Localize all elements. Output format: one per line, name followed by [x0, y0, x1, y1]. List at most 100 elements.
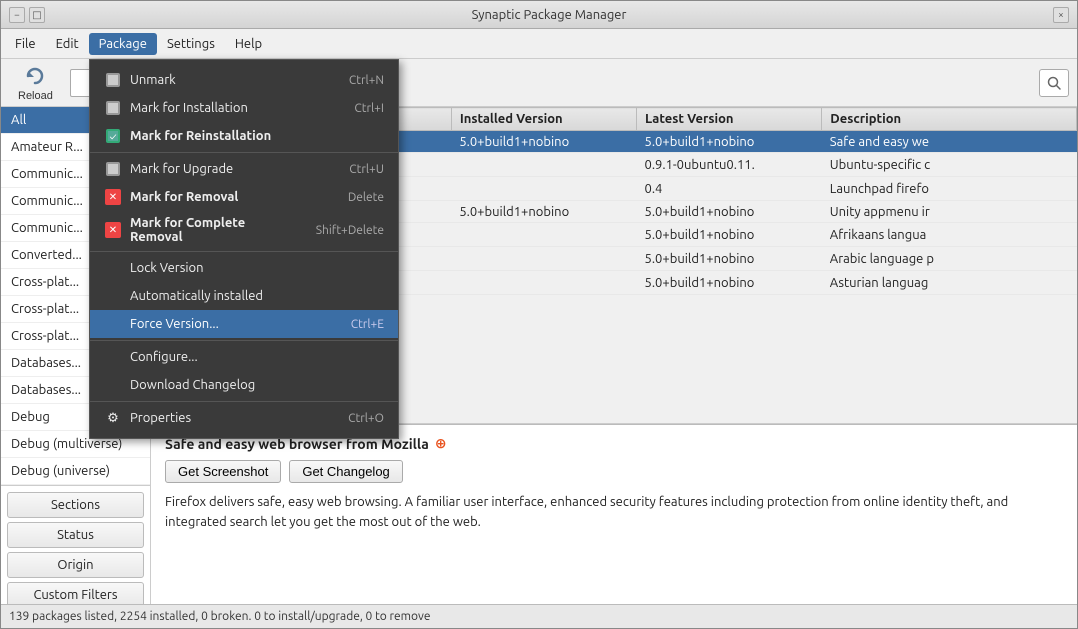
row-latest-version-1: 0.9.1-0ubuntu0.11.: [637, 153, 822, 177]
col-header-installed-version: Installed Version: [451, 108, 636, 131]
menu-configure-label: Configure...: [130, 350, 384, 364]
reload-label: Reload: [18, 90, 53, 102]
window-title: Synaptic Package Manager: [45, 8, 1053, 22]
menu-package[interactable]: Package: [89, 33, 157, 55]
title-bar: − □ Synaptic Package Manager ×: [1, 1, 1077, 29]
mark-upgrade-icon: [104, 160, 122, 178]
menu-configure[interactable]: Configure...: [90, 343, 398, 371]
menu-force-version-label: Force Version...: [130, 317, 331, 331]
menu-force-version[interactable]: Force Version... Ctrl+E: [90, 310, 398, 338]
menu-properties-label: Properties: [130, 411, 328, 425]
description-buttons: Get Screenshot Get Changelog: [165, 460, 1063, 483]
menu-mark-reinstall[interactable]: ✓ Mark for Reinstallation: [90, 122, 398, 150]
custom-filters-button[interactable]: Custom Filters: [7, 582, 144, 604]
statusbar-text: 139 packages listed, 2254 installed, 0 b…: [9, 610, 431, 623]
row-latest-version-6: 5.0+build1+nobino: [637, 271, 822, 295]
row-installed-version-5: [451, 247, 636, 271]
package-dropdown-menu: Unmark Ctrl+N Mark for Installation Ctrl…: [89, 59, 399, 439]
row-installed-version-2: [451, 177, 636, 201]
configure-icon: [104, 348, 122, 366]
menu-mark-complete-removal-shortcut: Shift+Delete: [316, 224, 384, 237]
menu-unmark-shortcut: Ctrl+N: [349, 74, 384, 87]
menu-mark-install[interactable]: Mark for Installation Ctrl+I: [90, 94, 398, 122]
row-latest-version-3: 5.0+build1+nobino: [637, 201, 822, 223]
menu-properties-shortcut: Ctrl+O: [348, 412, 384, 425]
menu-edit[interactable]: Edit: [46, 33, 89, 55]
menu-mark-reinstall-label: Mark for Reinstallation: [130, 129, 364, 143]
menu-mark-complete-removal[interactable]: ✕ Mark for Complete Removal Shift+Delete: [90, 211, 398, 249]
menu-unmark[interactable]: Unmark Ctrl+N: [90, 66, 398, 94]
row-latest-version-2: 0.4: [637, 177, 822, 201]
menu-mark-complete-removal-label: Mark for Complete Removal: [130, 216, 296, 244]
menu-help[interactable]: Help: [225, 33, 272, 55]
menu-mark-removal-shortcut: Delete: [348, 191, 384, 204]
search-area: [1039, 69, 1069, 97]
menu-properties[interactable]: ⚙ Properties Ctrl+O: [90, 404, 398, 432]
main-window: − □ Synaptic Package Manager × File Edit…: [0, 0, 1078, 629]
description-panel: Safe and easy web browser from Mozilla ⊕…: [151, 424, 1077, 604]
row-latest-version-4: 5.0+build1+nobino: [637, 223, 822, 247]
col-header-description: Description: [822, 108, 1077, 131]
menu-settings[interactable]: Settings: [157, 33, 225, 55]
menu-mark-install-shortcut: Ctrl+I: [354, 102, 384, 115]
menu-mark-upgrade-shortcut: Ctrl+U: [349, 163, 384, 176]
auto-installed-icon: [104, 287, 122, 305]
row-description-2: Launchpad firefo: [822, 177, 1077, 201]
maximize-button[interactable]: □: [29, 7, 45, 23]
mark-removal-icon: ✕: [104, 188, 122, 206]
menu-group-2: Mark for Upgrade Ctrl+U ✕ Mark for Remov…: [90, 153, 398, 252]
menu-file[interactable]: File: [5, 33, 46, 55]
row-installed-version-6: [451, 271, 636, 295]
menu-lock-version-label: Lock Version: [130, 261, 384, 275]
menu-group-4: Configure... Download Changelog: [90, 341, 398, 402]
menu-mark-install-label: Mark for Installation: [130, 101, 334, 115]
row-description-3: Unity appmenu ir: [822, 201, 1077, 223]
menu-mark-removal[interactable]: ✕ Mark for Removal Delete: [90, 183, 398, 211]
close-button[interactable]: ×: [1053, 7, 1069, 23]
search-icon: [1046, 75, 1062, 91]
menu-group-1: Unmark Ctrl+N Mark for Installation Ctrl…: [90, 64, 398, 153]
row-installed-version-3: 5.0+build1+nobino: [451, 201, 636, 223]
unmark-icon: [104, 71, 122, 89]
search-box: [1039, 69, 1069, 97]
menu-group-5: ⚙ Properties Ctrl+O: [90, 402, 398, 434]
row-description-4: Afrikaans langua: [822, 223, 1077, 247]
minimize-button[interactable]: −: [9, 7, 25, 23]
ubuntu-logo-icon: ⊕: [435, 435, 447, 452]
reload-button[interactable]: Reload: [9, 59, 62, 107]
sidebar-bottom: Sections Status Origin Custom Filters Se…: [1, 485, 150, 604]
menubar: File Edit Package Settings Help Unmark C…: [1, 29, 1077, 59]
lock-version-icon: [104, 259, 122, 277]
status-button[interactable]: Status: [7, 522, 144, 548]
row-installed-version-4: [451, 223, 636, 247]
menu-mark-removal-label: Mark for Removal: [130, 190, 328, 204]
menu-auto-installed[interactable]: Automatically installed: [90, 282, 398, 310]
origin-button[interactable]: Origin: [7, 552, 144, 578]
description-text: Firefox delivers safe, easy web browsing…: [165, 493, 1063, 532]
row-installed-version-1: [451, 153, 636, 177]
menu-auto-installed-label: Automatically installed: [130, 289, 384, 303]
get-changelog-button[interactable]: Get Changelog: [289, 460, 402, 483]
mark-reinstall-icon: ✓: [104, 127, 122, 145]
menu-lock-version[interactable]: Lock Version: [90, 254, 398, 282]
menu-mark-upgrade[interactable]: Mark for Upgrade Ctrl+U: [90, 155, 398, 183]
download-changelog-icon: [104, 376, 122, 394]
col-header-latest-version: Latest Version: [637, 108, 822, 131]
menu-download-changelog[interactable]: Download Changelog: [90, 371, 398, 399]
row-installed-version-0: 5.0+build1+nobino: [451, 131, 636, 153]
row-latest-version-5: 5.0+build1+nobino: [637, 247, 822, 271]
menu-force-version-shortcut: Ctrl+E: [351, 318, 384, 331]
reload-icon: [23, 64, 47, 88]
sections-button[interactable]: Sections: [7, 492, 144, 518]
mark-complete-removal-icon: ✕: [104, 221, 122, 239]
mark-install-icon: [104, 99, 122, 117]
statusbar: 139 packages listed, 2254 installed, 0 b…: [1, 604, 1077, 628]
row-description-0: Safe and easy we: [822, 131, 1077, 153]
sidebar-item-13[interactable]: Debug (universe): [1, 458, 150, 485]
menu-group-3: Lock Version Automatically installed For…: [90, 252, 398, 341]
row-latest-version-0: 5.0+build1+nobino: [637, 131, 822, 153]
row-description-5: Arabic language p: [822, 247, 1077, 271]
menu-download-changelog-label: Download Changelog: [130, 378, 384, 392]
get-screenshot-button[interactable]: Get Screenshot: [165, 460, 281, 483]
title-bar-left-controls: − □: [9, 7, 45, 23]
